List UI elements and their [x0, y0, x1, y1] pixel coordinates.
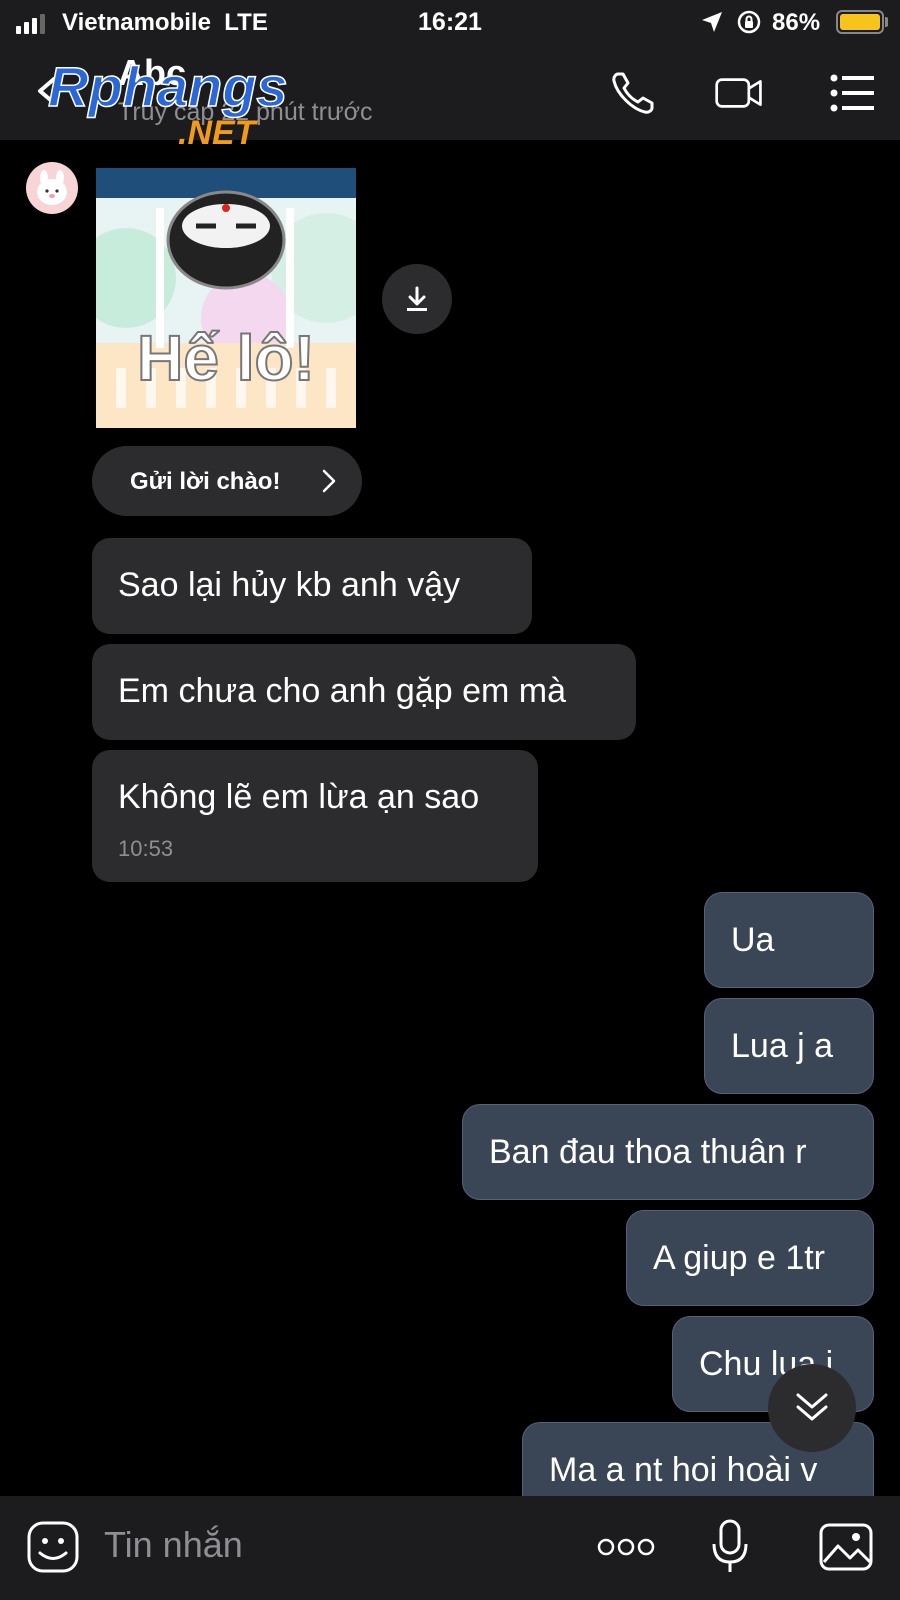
send-greeting-button[interactable]: Gửi lời chào! — [92, 446, 362, 516]
sent-message[interactable]: Ua — [704, 892, 874, 988]
chevron-right-icon — [322, 469, 336, 493]
location-icon — [702, 12, 722, 32]
rotation-lock-icon — [737, 10, 761, 34]
more-icon[interactable] — [596, 1536, 656, 1558]
message-input[interactable]: Tin nhắn — [104, 1524, 243, 1566]
watermark-logo: Rphangs .NET — [47, 54, 288, 148]
scroll-to-bottom-button[interactable] — [768, 1364, 856, 1452]
message-input-bar: Tin nhắn — [0, 1496, 900, 1600]
received-message[interactable]: Không lẽ em lừa ạn sao 10:53 — [92, 750, 538, 882]
download-button[interactable] — [382, 264, 452, 334]
status-bar: Vietnamobile LTE 16:21 86% — [0, 0, 900, 46]
battery-icon — [836, 10, 884, 34]
chat-header: Abc Truy cập 22 phút trước Rphangs .NET — [0, 46, 900, 148]
svg-text:Rphangs: Rphangs — [48, 55, 288, 118]
emoji-icon[interactable] — [26, 1520, 80, 1574]
sent-message[interactable]: A giup e 1tr — [626, 1210, 874, 1306]
mic-icon[interactable] — [710, 1518, 750, 1576]
phone-icon[interactable] — [608, 68, 658, 118]
sticker-caption: Hế lô! — [137, 322, 315, 394]
contact-avatar[interactable] — [26, 162, 78, 214]
send-greeting-label: Gửi lời chào! — [130, 468, 281, 495]
message-timestamp: 10:53 — [118, 836, 174, 861]
battery-percent: 86% — [772, 9, 821, 36]
sent-message[interactable]: Lua j a — [704, 998, 874, 1094]
received-message[interactable]: Em chưa cho anh gặp em mà — [92, 644, 636, 740]
video-call-icon[interactable] — [714, 68, 764, 118]
image-icon[interactable] — [818, 1522, 874, 1572]
received-message[interactable]: Sao lại hủy kb anh vậy — [92, 538, 532, 634]
double-chevron-down-icon — [796, 1393, 828, 1421]
clock: 16:21 — [418, 8, 482, 36]
download-icon — [407, 286, 427, 311]
sticker-image[interactable]: Hế lô! — [96, 168, 356, 428]
sent-message[interactable]: Ban đau thoa thuân r — [462, 1104, 874, 1200]
menu-icon[interactable] — [828, 68, 878, 118]
svg-text:.NET: .NET — [178, 114, 259, 148]
